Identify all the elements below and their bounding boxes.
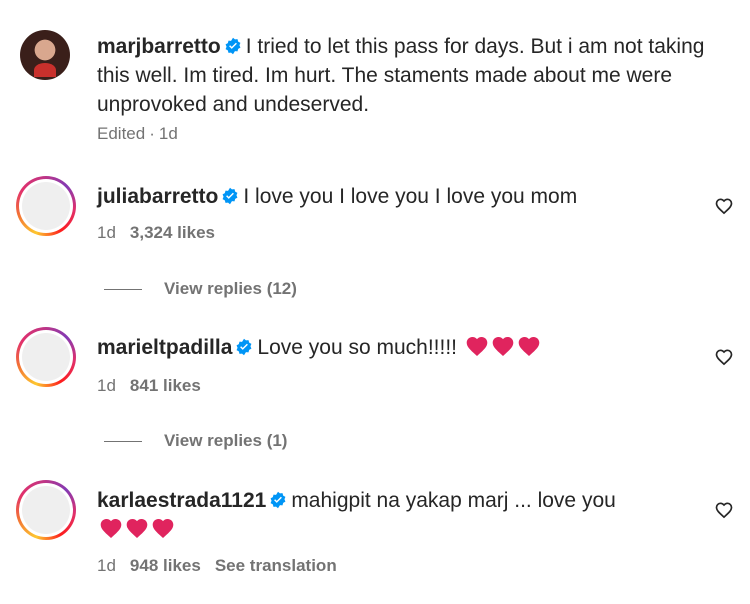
heart-outline-icon[interactable]	[714, 347, 734, 367]
comment-username[interactable]: karlaestrada1121	[97, 489, 266, 512]
replies-divider	[104, 289, 142, 291]
comment-text-block: marieltpadilla Love you so much!!!!!	[97, 333, 657, 365]
caption-username[interactable]: marjbarretto	[97, 35, 221, 58]
comment-meta: 1d 3,324 likes	[97, 223, 229, 243]
comment-text-block: karlaestrada1121 mahigpit na yakap marj .…	[97, 486, 657, 547]
caption-timestamp: 1d	[158, 124, 178, 143]
heart-emojis	[97, 517, 175, 547]
comment-item: juliabarretto I love you I love you I lov…	[16, 176, 740, 256]
comment-item: karlaestrada1121 mahigpit na yakap marj .…	[16, 480, 740, 590]
red-heart-emoji	[518, 337, 540, 356]
comment-body: mahigpit na yakap marj ... love you	[291, 489, 616, 512]
replies-divider	[104, 441, 142, 443]
view-replies-button[interactable]: View replies (1)	[104, 431, 287, 451]
comment-text-block: juliabarretto I love you I love you I lov…	[97, 182, 657, 211]
view-replies-button[interactable]: View replies (12)	[104, 279, 297, 299]
red-heart-emoji	[152, 519, 174, 538]
red-heart-emoji	[126, 519, 148, 538]
caption-author-avatar[interactable]	[20, 30, 70, 80]
like-count[interactable]: 948 likes	[130, 556, 201, 575]
comment-body: Love you so much!!!!!	[257, 336, 457, 359]
comment-body: I love you I love you I love you mom	[243, 185, 578, 208]
comment-meta: 1d 948 likes See translation	[97, 556, 351, 576]
heart-emojis	[463, 335, 541, 365]
commenter-avatar[interactable]	[16, 176, 76, 236]
commenter-avatar[interactable]	[16, 480, 76, 540]
view-replies-label: View replies (12)	[164, 279, 297, 298]
comment-timestamp: 1d	[97, 376, 116, 395]
view-replies-label: View replies (1)	[164, 431, 288, 450]
like-count[interactable]: 3,324 likes	[130, 223, 215, 242]
caption-text-block: marjbarretto I tried to let this pass for…	[97, 32, 727, 119]
comment-timestamp: 1d	[97, 556, 116, 575]
comment-username[interactable]: juliabarretto	[97, 185, 218, 208]
like-count[interactable]: 841 likes	[130, 376, 201, 395]
red-heart-emoji	[100, 519, 122, 538]
verified-badge-icon	[236, 338, 252, 356]
comment-username[interactable]: marieltpadilla	[97, 336, 232, 359]
meta-separator: ·	[149, 124, 155, 143]
heart-outline-icon[interactable]	[714, 500, 734, 520]
caption-meta: Edited · 1d	[97, 124, 192, 144]
heart-outline-icon[interactable]	[714, 196, 734, 216]
verified-badge-icon	[225, 37, 241, 55]
verified-badge-icon	[270, 491, 286, 509]
commenter-avatar[interactable]	[16, 327, 76, 387]
red-heart-emoji	[466, 337, 488, 356]
edited-label: Edited	[97, 124, 146, 143]
see-translation-button[interactable]: See translation	[215, 556, 337, 575]
comment-item: marieltpadilla Love you so much!!!!! 1d 84…	[16, 327, 740, 407]
comment-timestamp: 1d	[97, 223, 116, 242]
verified-badge-icon	[222, 187, 238, 205]
comment-meta: 1d 841 likes	[97, 376, 215, 396]
red-heart-emoji	[492, 337, 514, 356]
